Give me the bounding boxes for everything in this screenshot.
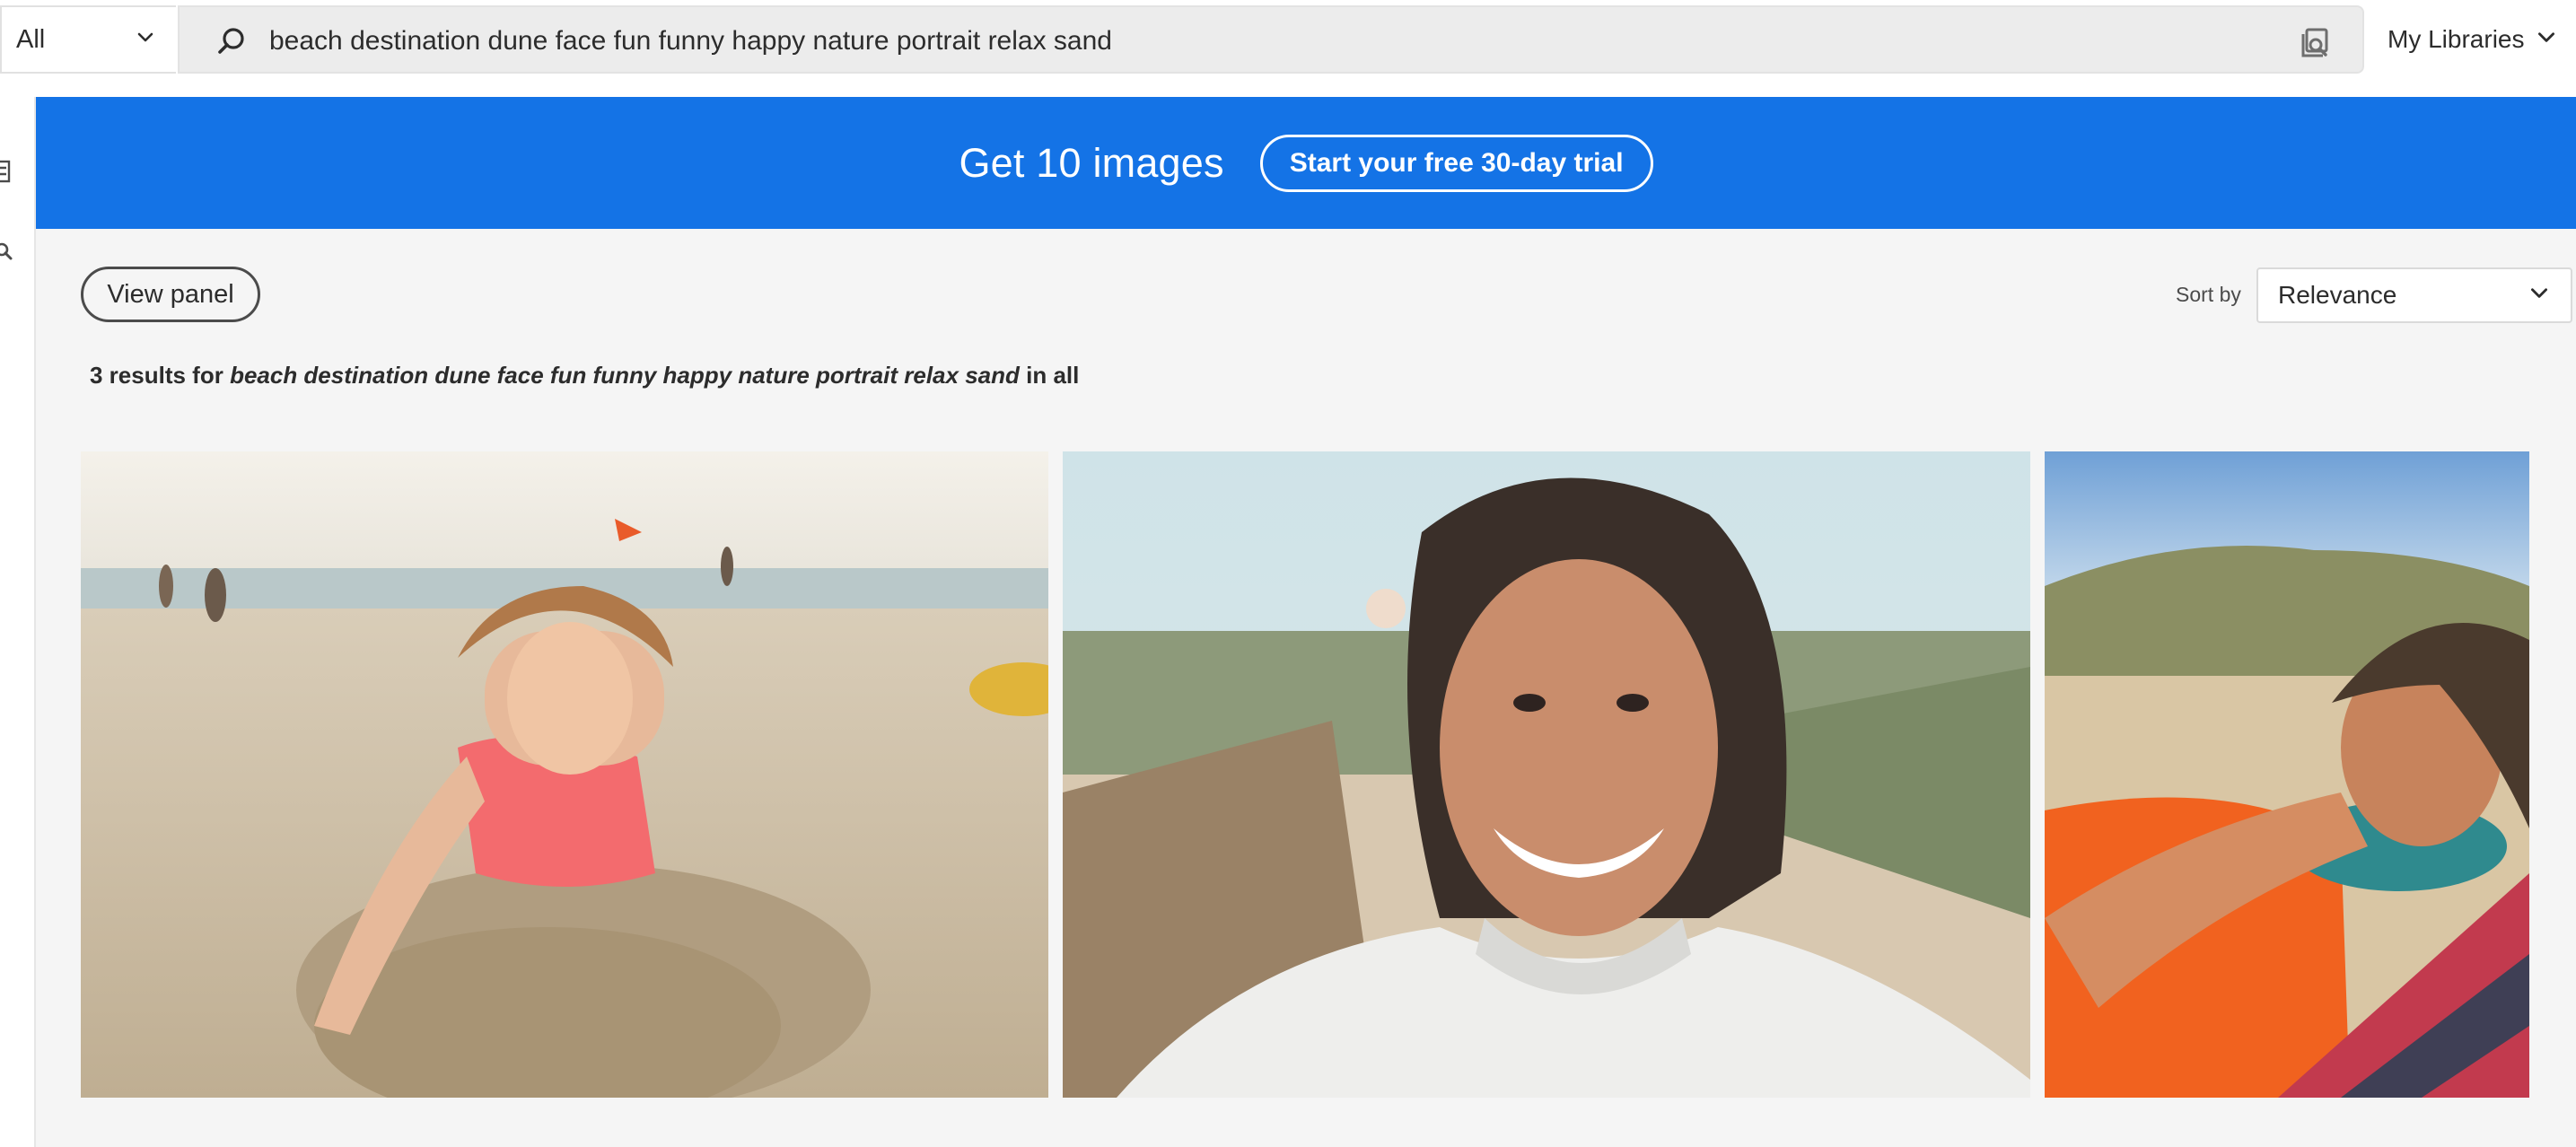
search-icon[interactable] xyxy=(0,241,14,264)
filter-icon[interactable] xyxy=(0,156,14,187)
view-panel-button[interactable]: View panel xyxy=(81,267,260,322)
sort-by-label: Sort by xyxy=(2176,283,2241,306)
result-image-3[interactable] xyxy=(2045,451,2529,1098)
start-trial-button[interactable]: Start your free 30-day trial xyxy=(1259,134,1653,192)
woman-dunes-photo xyxy=(2045,451,2529,1098)
results-query: beach destination dune face fun funny ha… xyxy=(230,362,1020,389)
chevron-down-icon xyxy=(2528,281,2551,311)
search-scope-dropdown[interactable]: All xyxy=(0,5,176,74)
search-box xyxy=(178,5,2441,74)
top-search-bar: All My Libraries xyxy=(0,0,2576,97)
results-area: View panel Sort by Relevance 3 results f… xyxy=(36,229,2576,1147)
result-image-1[interactable] xyxy=(81,451,1048,1098)
banner-headline: Get 10 images xyxy=(959,139,1224,186)
search-icon[interactable] xyxy=(215,25,248,57)
my-libraries-dropdown[interactable]: My Libraries xyxy=(2388,5,2576,74)
chevron-down-icon xyxy=(135,25,156,55)
visual-search-icon[interactable] xyxy=(2296,25,2332,61)
sort-dropdown[interactable]: Relevance xyxy=(2256,267,2572,323)
sort-value: Relevance xyxy=(2278,281,2397,309)
chevron-down-icon xyxy=(2535,25,2558,55)
search-input[interactable] xyxy=(269,18,2441,65)
results-scope: in all xyxy=(1026,362,1080,389)
promo-banner: Get 10 images Start your free 30-day tri… xyxy=(36,97,2576,229)
search-scope-value: All xyxy=(16,24,46,54)
results-count: 3 results for xyxy=(90,362,223,389)
woman-selfie-photo xyxy=(1063,451,2030,1098)
beach-girl-photo xyxy=(81,451,1048,1098)
results-summary: 3 results for beach destination dune fac… xyxy=(90,362,1079,390)
left-rail xyxy=(0,97,36,1147)
result-image-2[interactable] xyxy=(1063,451,2030,1098)
my-libraries-label: My Libraries xyxy=(2388,25,2525,53)
